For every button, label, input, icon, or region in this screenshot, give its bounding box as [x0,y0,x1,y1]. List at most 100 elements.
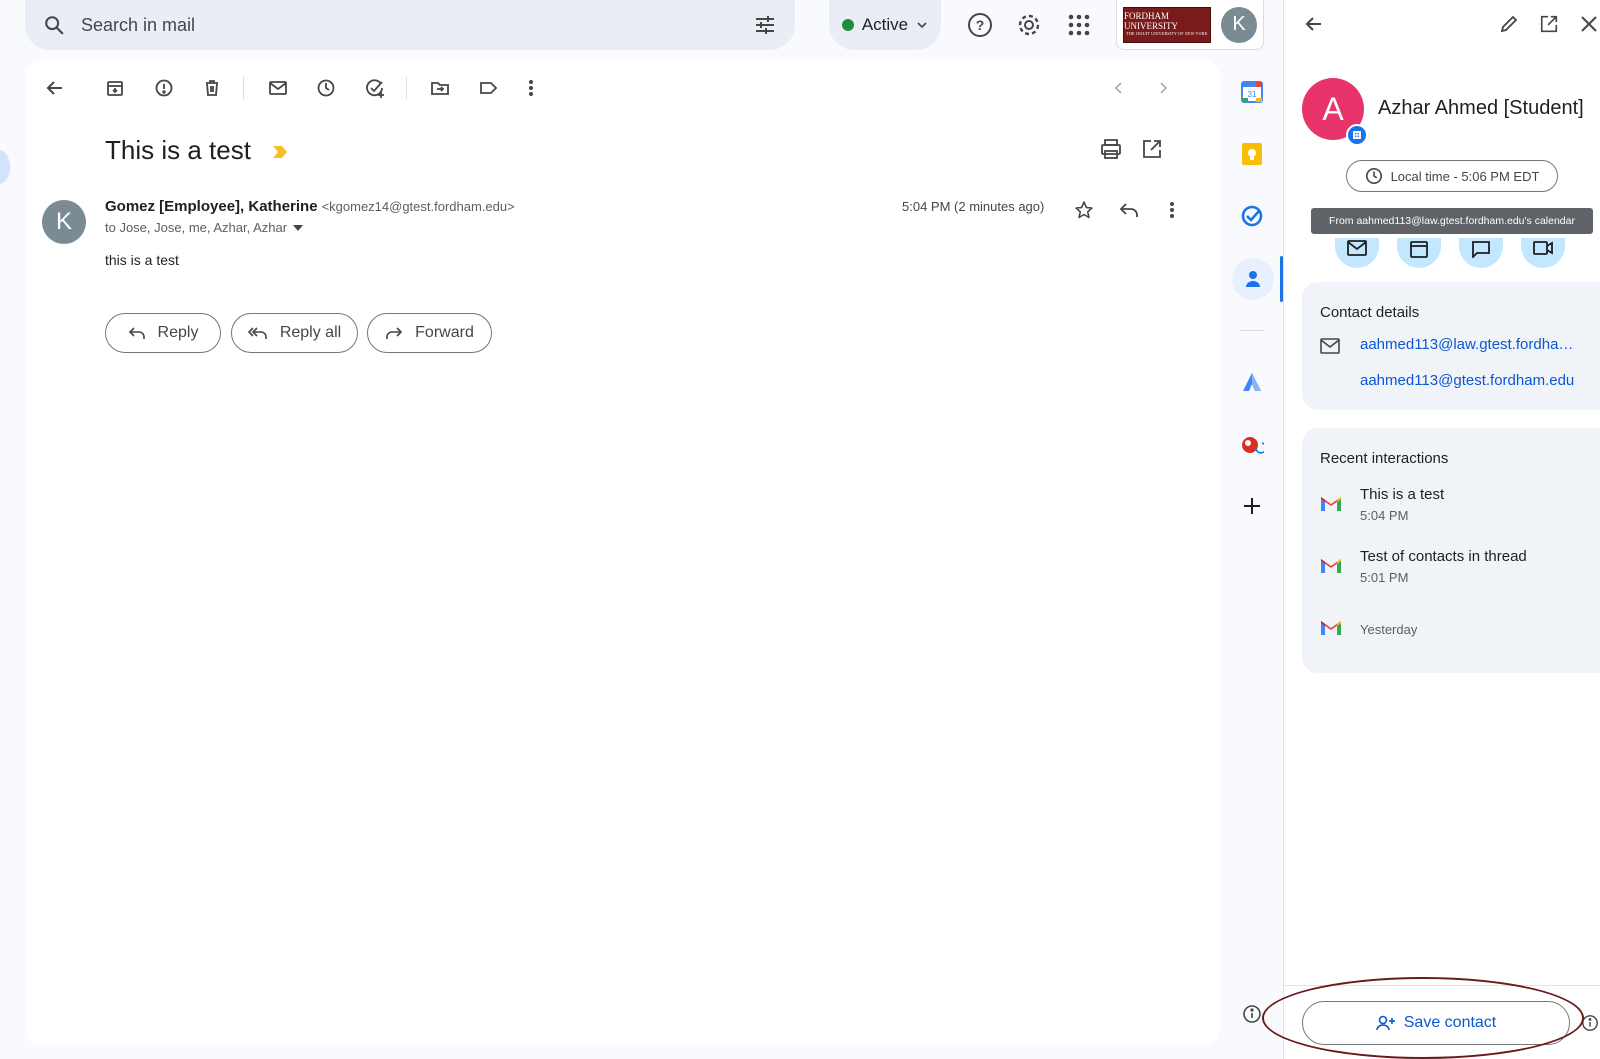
status-selector[interactable]: Active [829,0,941,50]
sender-avatar[interactable]: K [42,200,86,244]
fordham-logo: FORDHAM UNIVERSITY THE JESUIT UNIVERSITY… [1123,6,1211,43]
schedule-action-button[interactable] [1397,238,1441,268]
subject-text: This is a test [105,135,251,165]
forward-arrow-icon [385,326,403,340]
contact-email-primary[interactable]: aahmed113@law.gtest.fordham.edu [1360,336,1580,353]
sender-email: <kgomez14@gtest.fordham.edu> [321,199,515,214]
recipients-line[interactable]: to Jose, Jose, me, Azhar, Azhar [105,220,304,235]
panel-open-new-window-icon[interactable] [1539,14,1559,34]
snooze-clock-icon[interactable] [312,74,340,102]
contact-side-panel: A Azhar Ahmed [Student] Local time - 5:0… [1283,0,1600,1059]
contact-details-title: Contact details [1320,304,1420,321]
reply-all-arrow-icon [247,326,268,340]
delete-trash-icon[interactable] [198,74,226,102]
account-switcher[interactable]: FORDHAM UNIVERSITY THE JESUIT UNIVERSITY… [1116,0,1264,50]
chat-action-button[interactable] [1459,238,1503,268]
email-action-button[interactable] [1335,238,1379,268]
newer-chevron-left-icon[interactable] [1105,74,1133,102]
print-icon[interactable] [1100,138,1122,160]
message-toolbar [25,60,1220,115]
compose-edge-fab[interactable] [0,150,10,184]
message-more-vert-icon[interactable] [1169,201,1175,219]
more-vert-icon[interactable] [517,74,545,102]
recipients-text: to Jose, Jose, me, Azhar, Azhar [105,220,288,235]
chat-icon [1472,241,1490,258]
reply-label: Reply [157,324,199,341]
addon-mascot-icon[interactable] [1232,424,1272,464]
sender-name[interactable]: Gomez [Employee], Katherine [105,198,318,215]
open-in-new-window-icon[interactable] [1141,138,1163,160]
reply-arrow-icon [128,326,146,340]
message-subject: This is a test [105,135,288,166]
recipients-dropdown-icon[interactable] [293,224,304,231]
account-avatar[interactable]: K [1221,6,1257,43]
reply-icon[interactable] [1119,201,1139,219]
email-envelope-icon [1320,338,1340,354]
clock-icon [1365,167,1383,185]
move-to-folder-icon[interactable] [426,74,454,102]
edit-pencil-icon[interactable] [1499,14,1519,34]
star-icon[interactable] [1074,200,1094,220]
strip-divider [1240,330,1264,331]
local-time-text: Local time - 5:06 PM EDT [1390,168,1540,184]
report-spam-icon[interactable] [150,74,178,102]
forward-button[interactable]: Forward [367,313,492,353]
apps-grid-icon[interactable] [1059,5,1099,45]
chevron-down-icon [916,19,928,31]
message-body: this is a test [105,252,179,268]
settings-gear-icon[interactable] [1009,5,1049,45]
recent-interactions-title: Recent interactions [1320,450,1449,467]
interaction-time: Yesterday [1360,622,1418,637]
reply-all-button[interactable]: Reply all [231,313,358,353]
logo-tagline: THE JESUIT UNIVERSITY OF NEW YORK [1126,31,1208,37]
highlight-annotation-ellipse [1262,977,1584,1059]
message-time: 5:04 PM (2 minutes ago) [902,199,1045,214]
search-options-icon[interactable] [753,13,777,37]
gmail-logo-icon [1320,620,1342,636]
calendar-icon [1410,241,1428,258]
status-label: Active [861,15,909,34]
calendar-tooltip: From aahmed113@law.gtest.fordham.edu's c… [1311,208,1593,234]
help-icon[interactable]: ? [960,5,1000,45]
mark-unread-mail-icon[interactable] [264,74,292,102]
gmail-logo-icon [1320,558,1342,574]
interaction-title[interactable]: Test of contacts in thread [1360,548,1527,565]
addon-a-icon[interactable] [1232,362,1272,402]
video-call-action-button[interactable] [1521,238,1565,268]
org-building-badge-icon [1346,124,1368,146]
recent-interactions-card: Recent interactions This is a test 5:04 … [1302,428,1600,673]
search-input[interactable]: Search in mail [81,15,753,36]
add-task-icon[interactable] [361,74,389,102]
reply-all-label: Reply all [279,324,342,341]
back-arrow-icon[interactable] [41,74,69,102]
keep-notes-icon[interactable] [1232,134,1272,174]
important-marker-icon[interactable] [272,145,288,159]
archive-icon[interactable] [101,74,129,102]
older-chevron-right-icon[interactable] [1149,74,1177,102]
search-icon[interactable] [43,14,65,36]
get-addons-plus-icon[interactable] [1232,486,1272,526]
close-icon[interactable] [1580,15,1598,33]
gmail-logo-icon [1320,496,1342,512]
contact-name: Azhar Ahmed [Student] [1378,97,1584,119]
video-icon [1533,241,1553,255]
logo-text: FORDHAM UNIVERSITY [1124,11,1178,32]
mail-icon [1347,240,1367,256]
tasks-icon[interactable] [1232,196,1272,236]
interaction-time: 5:01 PM [1360,570,1409,585]
interaction-title[interactable]: This is a test [1360,486,1444,503]
label-tag-icon[interactable] [474,74,502,102]
contacts-app-icon[interactable] [1232,258,1274,300]
sender-line: Gomez [Employee], Katherine <kgomez14@gte… [105,198,515,215]
interaction-time: 5:04 PM [1360,508,1409,523]
status-dot [841,19,854,31]
svg-text:?: ? [976,17,985,33]
calendar-app-icon[interactable]: 31 [1232,72,1272,112]
contact-details-card: Contact details aahmed113@law.gtest.ford… [1302,282,1600,410]
search-bar[interactable]: Search in mail [25,0,795,50]
message-pane: This is a test K Gomez [Employee], Kathe… [25,60,1220,1045]
contact-email-secondary[interactable]: aahmed113@gtest.fordham.edu [1360,372,1580,389]
forward-label: Forward [415,324,474,341]
reply-button[interactable]: Reply [105,313,221,353]
panel-back-arrow-icon[interactable] [1304,14,1324,34]
